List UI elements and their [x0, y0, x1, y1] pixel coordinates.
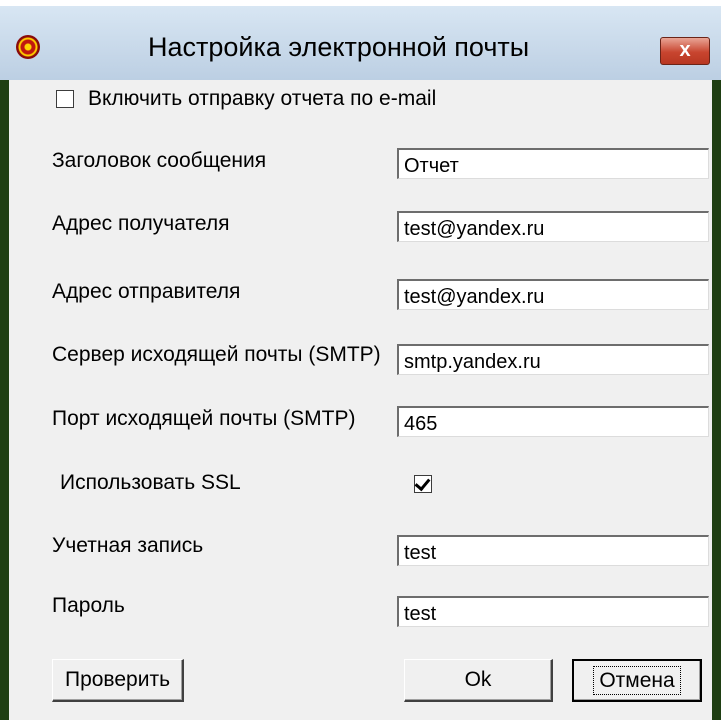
cancel-button-label: Отмена	[593, 666, 681, 695]
close-button[interactable]: x	[660, 37, 710, 65]
title-bar[interactable]: Настройка электронной почты x	[0, 6, 721, 80]
password-field[interactable]: test	[397, 596, 709, 627]
account-field[interactable]: test	[397, 535, 709, 566]
ssl-checkbox[interactable]	[414, 475, 432, 493]
smtp-server-field[interactable]: smtp.yandex.ru	[397, 344, 709, 375]
recipient-label: Адрес получателя	[52, 212, 230, 235]
smtp-server-label: Сервер исходящей почты (SMTP)	[52, 343, 381, 366]
ok-button[interactable]: Ok	[404, 659, 553, 702]
subject-label: Заголовок сообщения	[52, 149, 267, 172]
cancel-button[interactable]: Отмена	[572, 659, 702, 702]
app-icon	[16, 35, 40, 59]
smtp-port-label: Порт исходящей почты (SMTP)	[52, 407, 356, 430]
enable-email-label: Включить отправку отчета по e-mail	[88, 87, 437, 110]
recipient-field[interactable]: test@yandex.ru	[397, 211, 709, 242]
window-title: Настройка электронной почты	[148, 32, 530, 62]
password-label: Пароль	[52, 594, 125, 617]
sender-field[interactable]: test@yandex.ru	[397, 279, 709, 310]
account-label: Учетная запись	[52, 534, 204, 557]
enable-email-checkbox[interactable]	[56, 90, 74, 108]
subject-field[interactable]: Отчет	[397, 148, 709, 179]
ssl-label: Использовать SSL	[60, 471, 241, 494]
smtp-port-field[interactable]: 465	[397, 406, 709, 437]
check-button[interactable]: Проверить	[52, 659, 184, 702]
sender-label: Адрес отправителя	[52, 280, 241, 303]
